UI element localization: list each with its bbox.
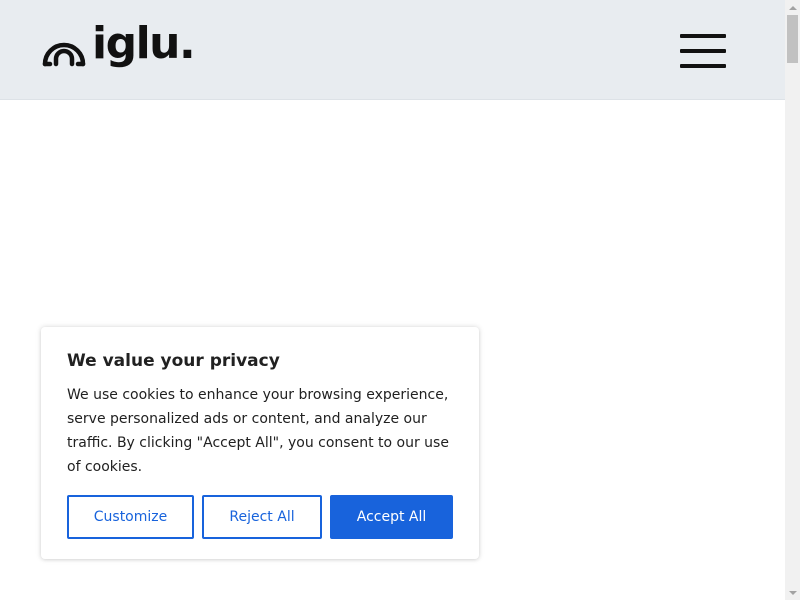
page-content: iglu. We value your privacy We use cooki… [0, 0, 785, 600]
cookie-description: We use cookies to enhance your browsing … [67, 387, 449, 475]
hamburger-menu-icon[interactable] [680, 34, 726, 70]
iglu-dome-icon [42, 42, 86, 67]
scrollbar-thumb[interactable] [787, 15, 798, 63]
reject-all-button[interactable]: Reject All [202, 495, 322, 539]
customize-button[interactable]: Customize [67, 495, 194, 539]
logo-text: iglu. [92, 18, 196, 69]
menu-bar-top [680, 34, 726, 38]
cookie-consent-banner: We value your privacy We use cookies to … [41, 327, 479, 559]
scroll-down-arrow-icon[interactable] [785, 585, 800, 600]
page: iglu. We value your privacy We use cooki… [0, 0, 800, 600]
site-header: iglu. [0, 0, 785, 100]
scroll-up-arrow-icon[interactable] [785, 0, 800, 15]
accept-all-button[interactable]: Accept All [330, 495, 453, 539]
menu-bar-bottom [680, 64, 726, 68]
cookie-title: We value your privacy [67, 351, 280, 371]
menu-bar-middle [680, 49, 726, 53]
logo-link[interactable]: iglu. [41, 22, 196, 70]
vertical-scrollbar[interactable] [785, 0, 800, 600]
cookie-button-group: Customize Reject All Accept All [67, 495, 453, 539]
